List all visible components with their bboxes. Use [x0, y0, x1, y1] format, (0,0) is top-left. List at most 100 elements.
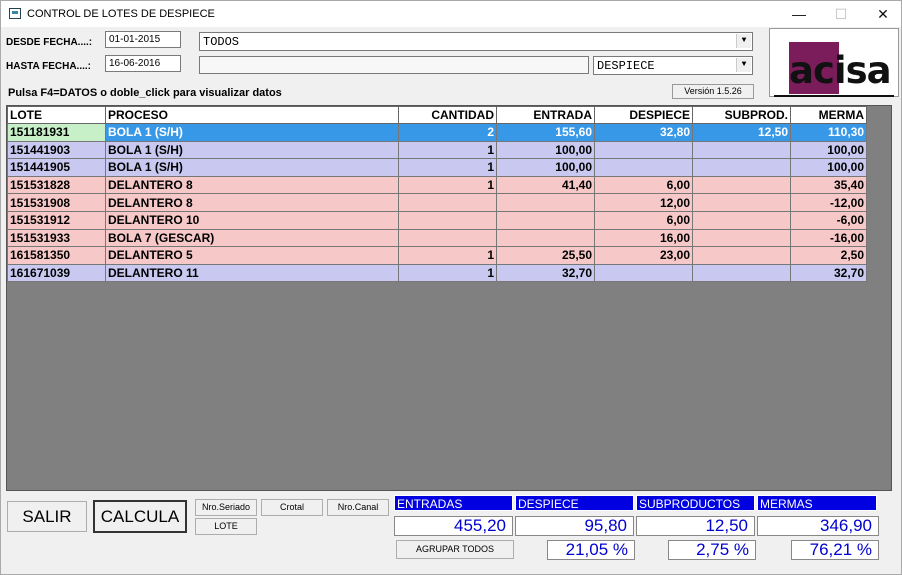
cell-despiece[interactable]: [594, 140, 693, 160]
cell-subprod[interactable]: [692, 246, 791, 265]
cell-proceso[interactable]: DELANTERO 11: [105, 263, 399, 283]
cell-lote[interactable]: 151441903: [7, 140, 106, 160]
col-header-subprod[interactable]: SUBPROD.: [692, 106, 791, 124]
cell-proceso[interactable]: BOLA 7 (GESCAR): [105, 228, 399, 248]
cell-entrada[interactable]: 41,40: [496, 175, 595, 195]
lotes-grid[interactable]: LOTE PROCESO CANTIDAD ENTRADA DESPIECE S…: [6, 105, 892, 491]
despiece-combo[interactable]: DESPIECE: [593, 56, 753, 75]
cell-lote[interactable]: 151441905: [7, 158, 106, 177]
close-button[interactable]: ✕: [861, 1, 902, 27]
minimize-button[interactable]: —: [777, 1, 821, 27]
cell-subprod[interactable]: [692, 193, 791, 212]
col-header-entrada[interactable]: ENTRADA: [496, 106, 595, 124]
cell-lote[interactable]: 161671039: [7, 263, 106, 283]
cell-merma[interactable]: 100,00: [790, 158, 867, 177]
cell-entrada[interactable]: 32,70: [496, 263, 595, 283]
todos-combo[interactable]: TODOS: [199, 32, 753, 51]
cell-subprod[interactable]: [692, 210, 791, 230]
table-row[interactable]: 151181931 BOLA 1 (S/H) 2 155,60 32,80 12,50 11…: [7, 123, 867, 142]
cell-despiece[interactable]: [594, 263, 693, 283]
cell-cantidad[interactable]: 1: [398, 175, 497, 195]
cell-entrada[interactable]: 155,60: [496, 123, 595, 142]
cell-despiece[interactable]: 6,00: [594, 175, 693, 195]
cell-subprod[interactable]: [692, 158, 791, 177]
table-row[interactable]: 151531828 DELANTERO 8 1 41,40 6,00 35,40: [7, 175, 867, 195]
cell-subprod[interactable]: [692, 228, 791, 248]
cell-merma[interactable]: -16,00: [790, 228, 867, 248]
cell-entrada[interactable]: 100,00: [496, 158, 595, 177]
cell-proceso[interactable]: DELANTERO 5: [105, 246, 399, 265]
cell-merma[interactable]: -12,00: [790, 193, 867, 212]
table-row[interactable]: 161671039 DELANTERO 11 1 32,70 32,70: [7, 263, 867, 283]
cell-despiece[interactable]: 6,00: [594, 210, 693, 230]
table-row[interactable]: 151531912 DELANTERO 10 6,00 -6,00: [7, 210, 867, 230]
cell-lote[interactable]: 151531908: [7, 193, 106, 212]
col-header-despiece[interactable]: DESPIECE: [594, 106, 693, 124]
cell-entrada[interactable]: [496, 193, 595, 212]
cell-cantidad[interactable]: [398, 228, 497, 248]
chevron-down-icon[interactable]: [736, 58, 751, 72]
cell-subprod[interactable]: [692, 263, 791, 283]
lote-button[interactable]: LOTE: [195, 518, 257, 535]
maximize-button[interactable]: ☐: [819, 1, 863, 27]
cell-merma[interactable]: 110,30: [790, 123, 867, 142]
table-row[interactable]: 161581350 DELANTERO 5 1 25,50 23,00 2,50: [7, 246, 867, 265]
nro-canal-button[interactable]: Nro.Canal: [327, 499, 389, 516]
cell-subprod[interactable]: [692, 175, 791, 195]
cell-merma[interactable]: 32,70: [790, 263, 867, 283]
cell-cantidad[interactable]: [398, 210, 497, 230]
cell-merma[interactable]: -6,00: [790, 210, 867, 230]
cell-subprod[interactable]: [692, 140, 791, 160]
desde-fecha-input[interactable]: 01-01-2015: [105, 31, 181, 48]
nro-seriado-button[interactable]: Nro.Seriado: [195, 499, 257, 516]
cell-merma[interactable]: 35,40: [790, 175, 867, 195]
cell-subprod[interactable]: 12,50: [692, 123, 791, 142]
app-icon: [9, 8, 21, 19]
hasta-fecha-input[interactable]: 16-06-2016: [105, 55, 181, 72]
chevron-down-icon[interactable]: [736, 34, 751, 48]
cell-cantidad[interactable]: 2: [398, 123, 497, 142]
cell-despiece[interactable]: 32,80: [594, 123, 693, 142]
col-header-lote[interactable]: LOTE: [7, 106, 106, 124]
col-header-proceso[interactable]: PROCESO: [105, 106, 399, 124]
table-row[interactable]: 151441903 BOLA 1 (S/H) 1 100,00 100,00: [7, 140, 867, 160]
calcula-button[interactable]: CALCULA: [93, 500, 187, 533]
cell-cantidad[interactable]: 1: [398, 140, 497, 160]
cell-despiece[interactable]: [594, 158, 693, 177]
cell-entrada[interactable]: [496, 210, 595, 230]
crotal-button[interactable]: Crotal: [261, 499, 323, 516]
cell-entrada[interactable]: 100,00: [496, 140, 595, 160]
cell-lote[interactable]: 151531912: [7, 210, 106, 230]
cell-entrada[interactable]: [496, 228, 595, 248]
cell-lote[interactable]: 151531933: [7, 228, 106, 248]
cell-lote[interactable]: 161581350: [7, 246, 106, 265]
cell-cantidad[interactable]: 1: [398, 246, 497, 265]
cell-lote[interactable]: 151181931: [7, 123, 106, 142]
table-row[interactable]: 151441905 BOLA 1 (S/H) 1 100,00 100,00: [7, 158, 867, 177]
cell-merma[interactable]: 100,00: [790, 140, 867, 160]
cell-despiece[interactable]: 12,00: [594, 193, 693, 212]
cell-proceso[interactable]: BOLA 1 (S/H): [105, 140, 399, 160]
despiece-total: 95,80: [515, 516, 634, 536]
cell-lote[interactable]: 151531828: [7, 175, 106, 195]
col-header-merma[interactable]: MERMA: [790, 106, 867, 124]
cell-entrada[interactable]: 25,50: [496, 246, 595, 265]
cell-proceso[interactable]: DELANTERO 8: [105, 193, 399, 212]
todos-combo-value: TODOS: [203, 35, 240, 49]
cell-cantidad[interactable]: 1: [398, 263, 497, 283]
table-row[interactable]: 151531933 BOLA 7 (GESCAR) 16,00 -16,00: [7, 228, 867, 248]
cell-proceso[interactable]: BOLA 1 (S/H): [105, 123, 399, 142]
cell-merma[interactable]: 2,50: [790, 246, 867, 265]
table-row[interactable]: 151531908 DELANTERO 8 12,00 -12,00: [7, 193, 867, 212]
cell-proceso[interactable]: DELANTERO 10: [105, 210, 399, 230]
agrupar-todos-button[interactable]: AGRUPAR TODOS: [396, 540, 514, 559]
subproductos-total: 12,50: [636, 516, 755, 536]
col-header-cantidad[interactable]: CANTIDAD: [398, 106, 497, 124]
cell-proceso[interactable]: BOLA 1 (S/H): [105, 158, 399, 177]
cell-cantidad[interactable]: 1: [398, 158, 497, 177]
salir-button[interactable]: SALIR: [7, 501, 87, 532]
cell-cantidad[interactable]: [398, 193, 497, 212]
cell-despiece[interactable]: 23,00: [594, 246, 693, 265]
cell-despiece[interactable]: 16,00: [594, 228, 693, 248]
cell-proceso[interactable]: DELANTERO 8: [105, 175, 399, 195]
